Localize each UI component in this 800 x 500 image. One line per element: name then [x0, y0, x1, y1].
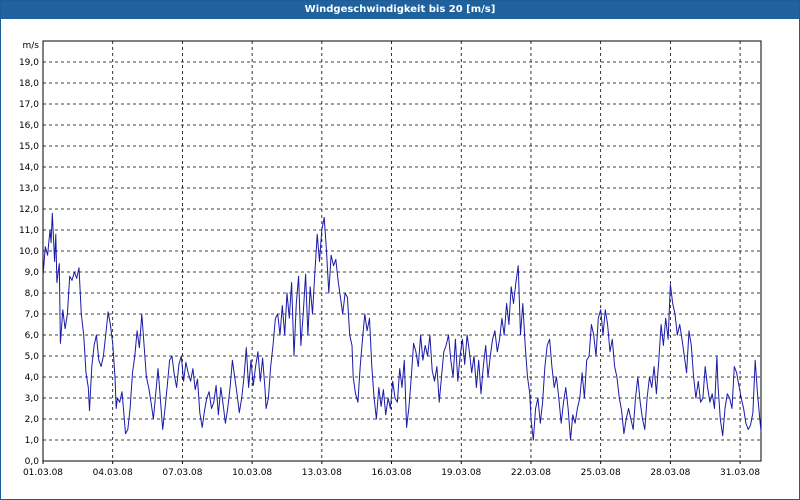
x-tick-label: 07.03.08 — [162, 468, 202, 478]
y-tick-label: 3,0 — [25, 394, 40, 404]
x-tick-label: 22.03.08 — [511, 468, 551, 478]
y-tick-label: 19,0 — [19, 58, 39, 68]
y-tick-label: 1,0 — [25, 436, 40, 446]
y-tick-label: 0,0 — [25, 457, 40, 467]
y-axis-label: m/s — [23, 41, 40, 51]
y-tick-label: 9,0 — [25, 268, 40, 278]
y-tick-label: 13,0 — [19, 184, 39, 194]
y-tick-label: 8,0 — [25, 289, 40, 299]
y-tick-label: 2,0 — [25, 415, 40, 425]
x-tick-label: 13.03.08 — [302, 468, 342, 478]
x-tick-label: 28.03.08 — [650, 468, 690, 478]
x-tick-label: 25.03.08 — [581, 468, 621, 478]
y-tick-label: 5,0 — [25, 352, 40, 362]
y-tick-label: 15,0 — [19, 142, 39, 152]
x-tick-label: 16.03.08 — [372, 468, 412, 478]
y-tick-label: 12,0 — [19, 205, 39, 215]
y-tick-label: 10,0 — [19, 247, 39, 257]
x-tick-label: 04.03.08 — [93, 468, 133, 478]
chart-window: Windgeschwindigkeit bis 20 [m/s] 0,0 1,0 2… — [0, 0, 800, 500]
window-title: Windgeschwindigkeit bis 20 [m/s] — [1, 1, 799, 19]
series-group — [42, 212, 762, 441]
y-tick-label: 6,0 — [25, 331, 40, 341]
y-tick-label: 14,0 — [19, 163, 39, 173]
y-tick-label: 4,0 — [25, 373, 40, 383]
x-axis-ticks: 01.03.08 04.03.08 07.03.08 10.03.08 13.03.08… — [23, 461, 760, 478]
y-tick-label: 17,0 — [19, 100, 39, 110]
x-tick-label: 10.03.08 — [232, 468, 272, 478]
y-tick-label: 18,0 — [19, 79, 39, 89]
y-tick-label: 11,0 — [19, 226, 39, 236]
x-tick-label: 01.03.08 — [23, 468, 63, 478]
y-tick-label: 7,0 — [25, 310, 40, 320]
y-axis-ticks: 0,0 1,0 2,0 3,0 4,0 5,0 6,0 7,0 8,0 9,0 10,0 11,0 12… — [19, 58, 39, 467]
y-tick-label: 16,0 — [19, 121, 39, 131]
x-tick-label: 19.03.08 — [441, 468, 481, 478]
wind-speed-series-line — [42, 212, 762, 441]
x-tick-label: 31.03.08 — [720, 468, 760, 478]
wind-speed-chart: 0,0 1,0 2,0 3,0 4,0 5,0 6,0 7,0 8,0 9,0 10,0 11,0 12… — [19, 40, 762, 478]
